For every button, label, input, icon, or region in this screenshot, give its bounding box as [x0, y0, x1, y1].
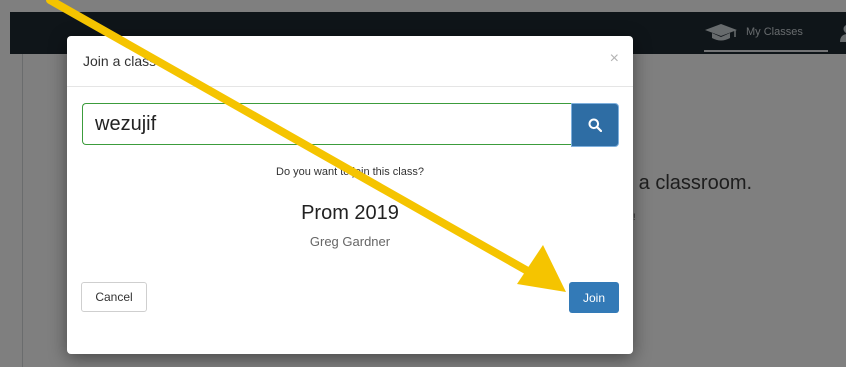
search-icon: [588, 118, 602, 132]
close-icon[interactable]: ×: [610, 50, 619, 68]
teacher-name: Greg Gardner: [309, 234, 391, 249]
search-button[interactable]: [571, 103, 619, 147]
join-prompt: Do you want to join this class?: [276, 166, 424, 178]
modal-title: Join a class: [83, 53, 157, 69]
join-class-modal: Join a class × Do you want to join this …: [67, 36, 633, 354]
class-code-search: [82, 103, 619, 147]
class-code-input[interactable]: [82, 103, 571, 145]
modal-header: Join a class ×: [67, 36, 633, 87]
class-name: Prom 2019: [301, 202, 399, 224]
cancel-button[interactable]: Cancel: [81, 282, 147, 312]
join-button[interactable]: Join: [569, 282, 619, 313]
